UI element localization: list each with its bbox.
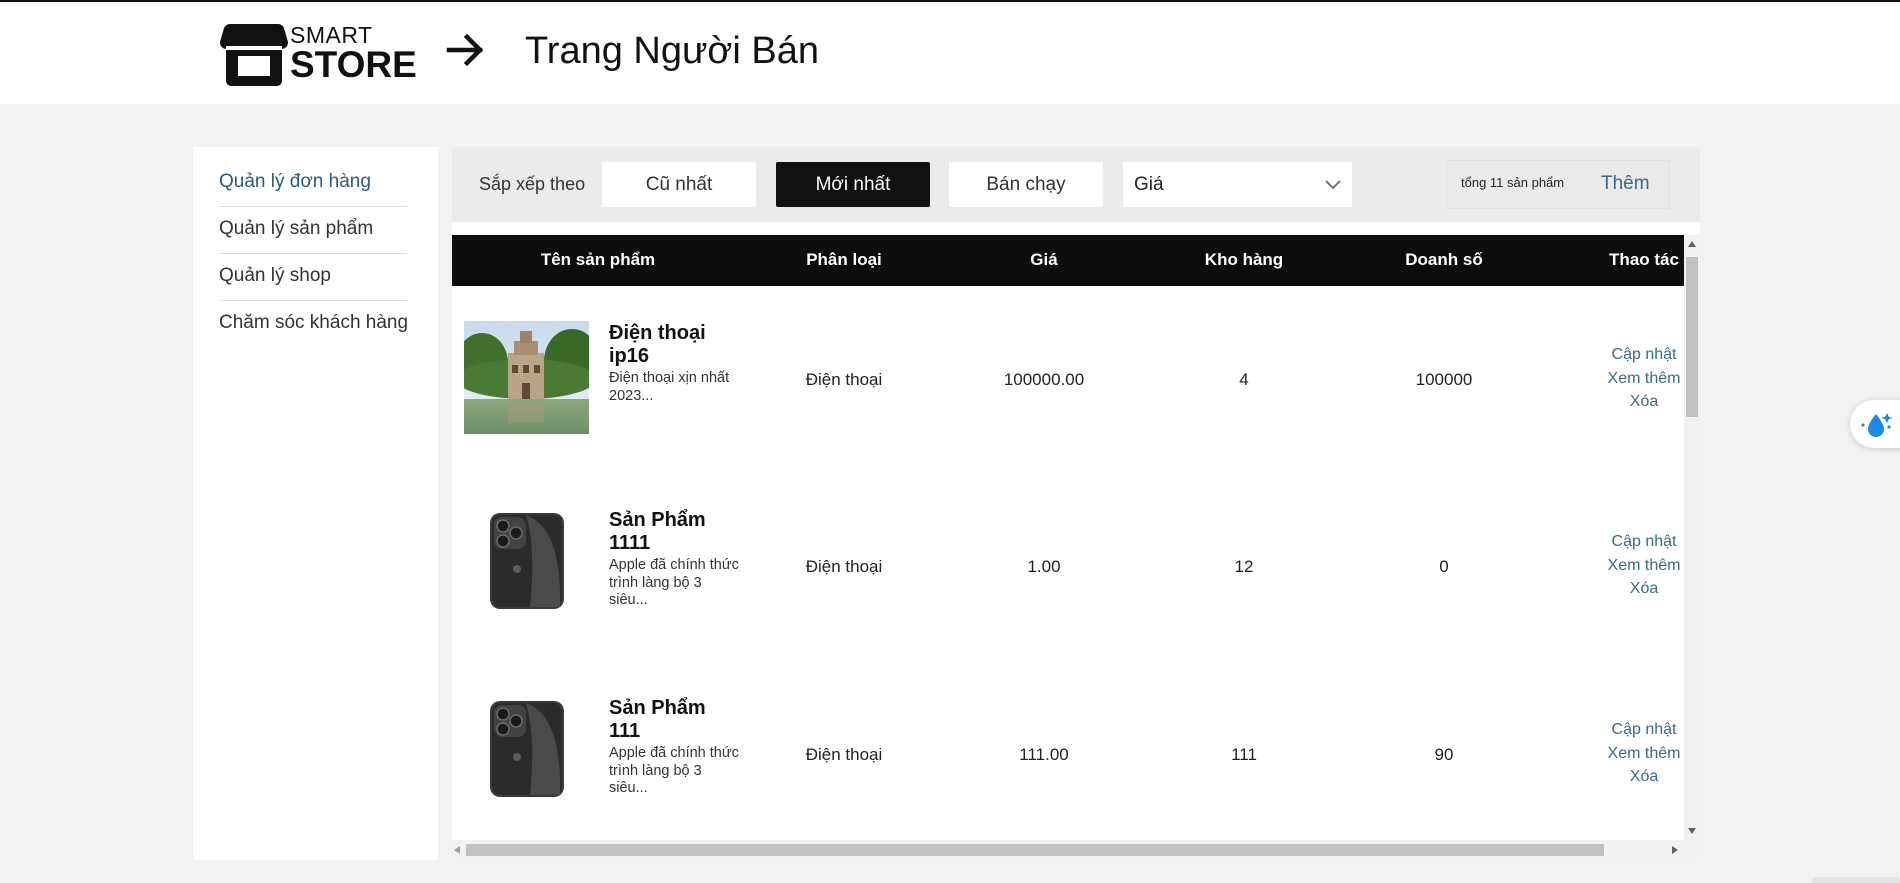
sort-bestseller-button[interactable]: Bán chạy bbox=[949, 162, 1103, 207]
product-sales: 90 bbox=[1434, 745, 1454, 764]
view-more-link[interactable]: Xem thêm bbox=[1608, 745, 1681, 763]
sort-toolbar: Sắp xếp theo Cũ nhất Mới nhất Bán chạy G… bbox=[452, 147, 1700, 222]
column-header-actions: Thao tác bbox=[1609, 250, 1679, 269]
column-header-price[interactable]: Giá bbox=[1030, 250, 1057, 270]
floating-assistant-button[interactable] bbox=[1850, 400, 1900, 448]
product-category: Điện thoại bbox=[805, 370, 883, 389]
product-name: Sản Phẩm 1111 bbox=[609, 509, 706, 554]
table-row: Sản Phẩm 1111 Apple đã chính thức trình … bbox=[452, 474, 1684, 662]
product-stock: 12 bbox=[1234, 557, 1254, 576]
product-table: Tên sản phẩm Phân loại Giá Kho hàng Doan… bbox=[452, 235, 1684, 840]
product-sales: 100000 bbox=[1415, 370, 1473, 389]
price-select-value: Giá bbox=[1134, 173, 1164, 195]
storefront-icon bbox=[220, 24, 288, 86]
scroll-right-icon[interactable] bbox=[1672, 846, 1678, 854]
column-header-sales[interactable]: Doanh số bbox=[1405, 250, 1482, 270]
table-row: Điện thoại ip16 Điện thoại xịn nhất 2023… bbox=[452, 286, 1684, 474]
scroll-up-icon[interactable] bbox=[1688, 241, 1696, 247]
delete-link[interactable]: Xóa bbox=[1630, 768, 1658, 786]
table-header: Tên sản phẩm Phân loại Giá Kho hàng Doan… bbox=[452, 235, 1684, 286]
price-sort-select[interactable]: Giá bbox=[1123, 162, 1352, 207]
product-image bbox=[464, 696, 589, 809]
app-header: SMART STORE Trang Người Bán bbox=[0, 2, 1900, 104]
scroll-left-icon[interactable] bbox=[454, 846, 460, 854]
column-header-name[interactable]: Tên sản phẩm bbox=[541, 250, 655, 270]
droplet-sparkle-icon bbox=[1861, 413, 1893, 437]
sort-oldest-button[interactable]: Cũ nhất bbox=[602, 162, 756, 207]
product-stock: 111 bbox=[1231, 745, 1257, 764]
arrow-right-icon bbox=[446, 32, 486, 73]
table-row: Sản Phẩm 111 Apple đã chính thức trình l… bbox=[452, 662, 1684, 840]
sort-newest-button[interactable]: Mới nhất bbox=[776, 162, 930, 207]
update-link[interactable]: Cập nhật bbox=[1612, 721, 1677, 739]
product-stock: 4 bbox=[1239, 370, 1249, 389]
column-header-stock[interactable]: Kho hàng bbox=[1205, 250, 1283, 270]
product-description: Apple đã chính thức trình làng bộ 3 siêu… bbox=[609, 557, 739, 608]
chevron-down-icon bbox=[1325, 180, 1341, 190]
column-header-category[interactable]: Phân loại bbox=[806, 250, 882, 270]
horizontal-scroll-thumb[interactable] bbox=[466, 844, 1604, 856]
sidebar-divider bbox=[219, 206, 407, 207]
product-price: 111.00 bbox=[1019, 745, 1069, 764]
sort-label: Sắp xếp theo bbox=[479, 174, 586, 194]
add-product-button[interactable]: Thêm bbox=[1601, 173, 1650, 195]
product-image bbox=[456, 321, 600, 434]
product-image bbox=[464, 508, 589, 621]
vertical-scrollbar[interactable] bbox=[1684, 235, 1700, 840]
update-link[interactable]: Cập nhật bbox=[1612, 346, 1677, 364]
product-description: Apple đã chính thức trình làng bộ 3 siêu… bbox=[609, 745, 739, 796]
sidebar-divider bbox=[219, 253, 407, 254]
product-count-box: tổng 11 sản phẩm Thêm bbox=[1446, 160, 1670, 209]
product-name: Sản Phẩm 111 bbox=[609, 697, 706, 742]
update-link[interactable]: Cập nhật bbox=[1612, 533, 1677, 551]
window-corner-tab bbox=[1812, 877, 1900, 883]
product-price: 1.00 bbox=[1027, 557, 1061, 576]
store-logo[interactable]: SMART STORE bbox=[220, 20, 417, 90]
product-name: Điện thoại ip16 bbox=[609, 322, 706, 367]
delete-link[interactable]: Xóa bbox=[1630, 580, 1658, 598]
view-more-link[interactable]: Xem thêm bbox=[1608, 370, 1681, 388]
product-category: Điện thoại bbox=[805, 745, 883, 764]
view-more-link[interactable]: Xem thêm bbox=[1608, 557, 1681, 575]
vertical-scroll-thumb[interactable] bbox=[1686, 257, 1698, 417]
main-panel: Sắp xếp theo Cũ nhất Mới nhất Bán chạy G… bbox=[452, 147, 1700, 860]
product-description: Điện thoại xịn nhất 2023... bbox=[609, 370, 730, 404]
product-sales: 0 bbox=[1439, 557, 1449, 576]
horizontal-scrollbar[interactable] bbox=[452, 840, 1700, 860]
product-category: Điện thoại bbox=[805, 557, 883, 576]
page-title: Trang Người Bán bbox=[525, 30, 819, 72]
product-price: 100000.00 bbox=[1003, 370, 1085, 389]
sidebar: Quản lý đơn hàng Quản lý sản phẩm Quản l… bbox=[193, 147, 438, 860]
delete-link[interactable]: Xóa bbox=[1630, 393, 1658, 411]
brand-line-2: STORE bbox=[290, 44, 417, 85]
product-count: tổng 11 sản phẩm bbox=[1461, 175, 1565, 190]
sidebar-divider bbox=[219, 300, 407, 301]
scroll-down-icon[interactable] bbox=[1688, 828, 1696, 834]
